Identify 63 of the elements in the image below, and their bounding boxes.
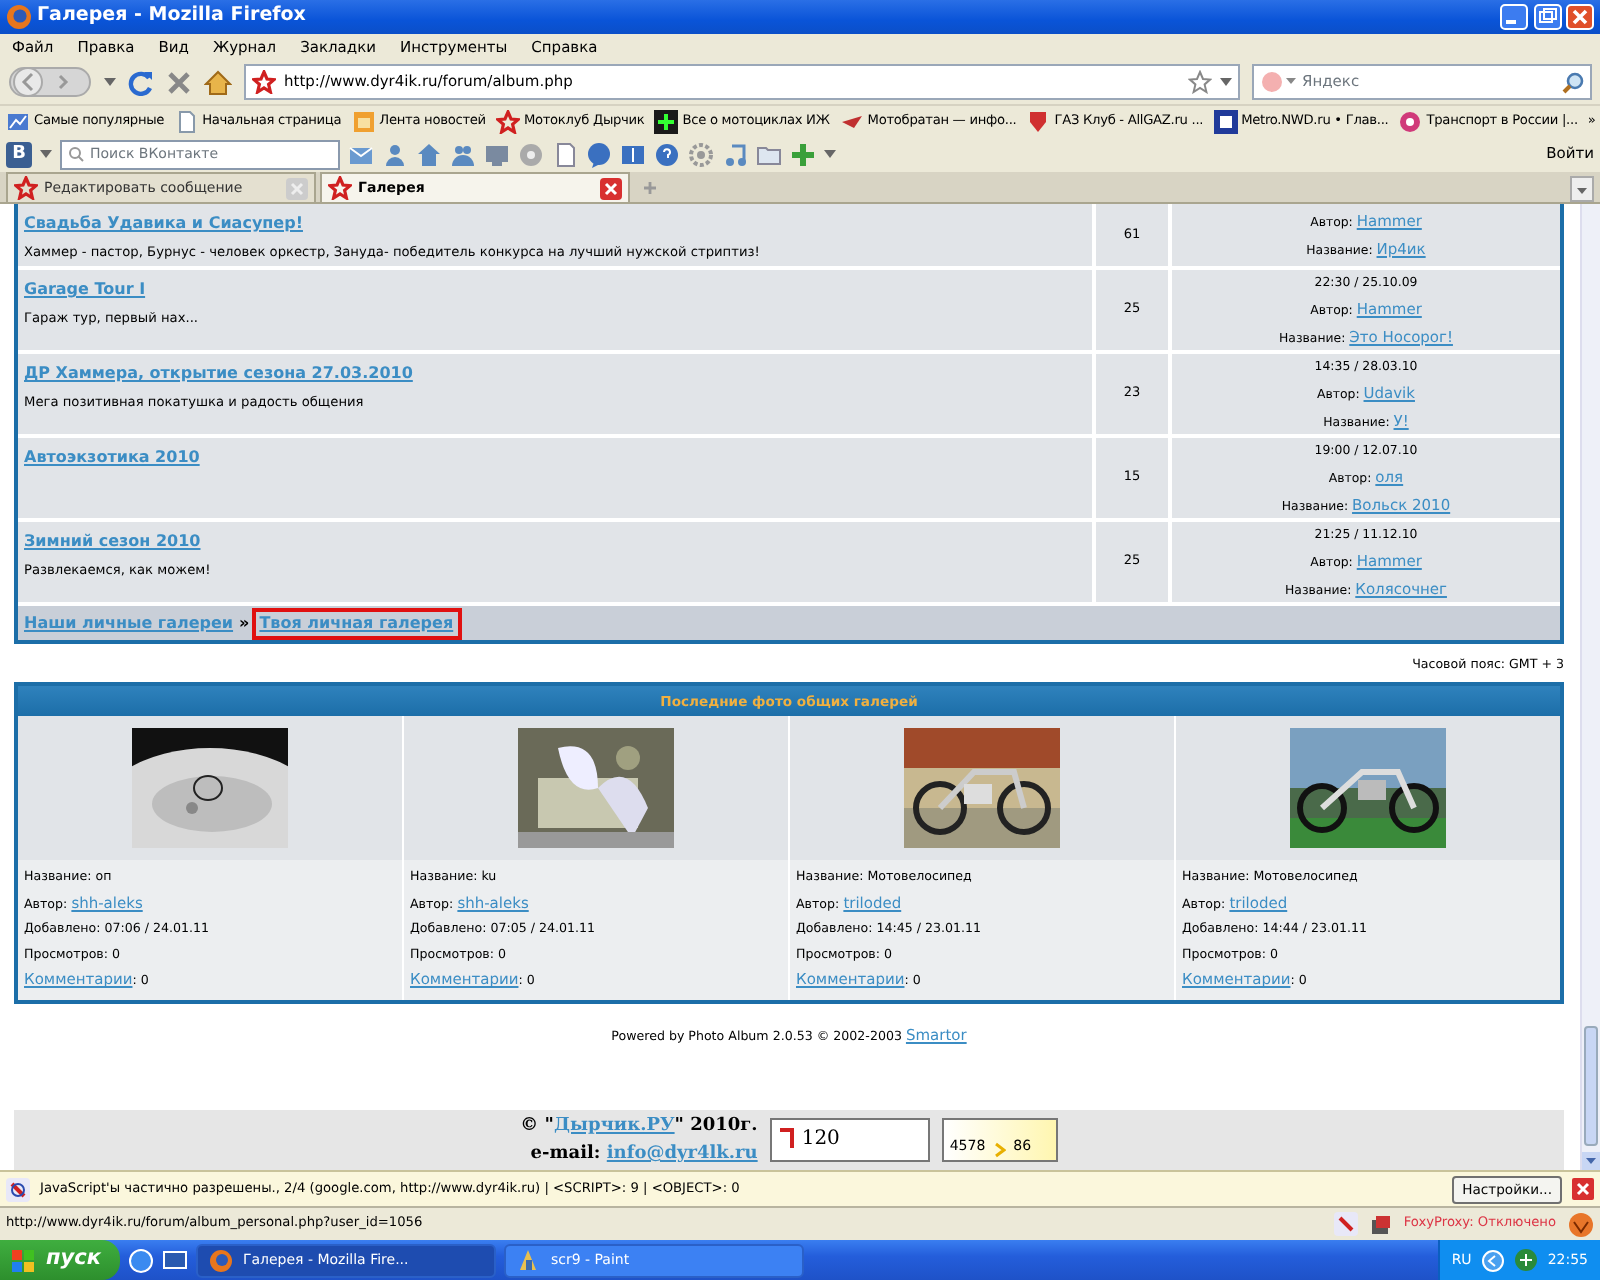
star-icon bbox=[14, 176, 38, 200]
logo-icon bbox=[777, 1128, 794, 1151]
search-icon bbox=[68, 146, 84, 162]
music-note-icon[interactable] bbox=[722, 141, 748, 167]
site-icon bbox=[252, 70, 276, 94]
minimize-icon[interactable] bbox=[1500, 4, 1528, 30]
close-icon[interactable] bbox=[600, 177, 622, 199]
window-icon[interactable] bbox=[1369, 1213, 1392, 1235]
caret-icon[interactable] bbox=[824, 150, 836, 158]
person-icon[interactable] bbox=[382, 141, 408, 167]
email-label: e-mail: bbox=[530, 1143, 601, 1164]
visitor-counter[interactable]: 120 bbox=[769, 1117, 930, 1162]
feed-icon bbox=[351, 109, 376, 133]
help-icon[interactable] bbox=[654, 141, 680, 167]
house-icon[interactable] bbox=[416, 141, 442, 167]
breadcrumb-link[interactable]: Наши личные галереи bbox=[24, 611, 234, 635]
copyright-text: © "Дырчик.РУ" 2010г. bbox=[520, 1113, 758, 1140]
close-icon[interactable] bbox=[1572, 1178, 1594, 1200]
tab-list-icon[interactable] bbox=[1570, 176, 1594, 202]
caret-icon[interactable] bbox=[104, 78, 116, 86]
people-icon[interactable] bbox=[450, 141, 476, 167]
scrollbar-thumb[interactable] bbox=[1584, 1026, 1598, 1146]
reload-icon[interactable] bbox=[128, 69, 154, 95]
gallery-title-link[interactable]: Зимний сезон 2010 bbox=[24, 530, 201, 554]
scrollbar[interactable] bbox=[1580, 204, 1600, 1170]
back-forward-icon[interactable] bbox=[8, 64, 92, 100]
square-icon bbox=[1213, 109, 1238, 133]
settings-icon[interactable] bbox=[688, 141, 714, 167]
monitor-icon[interactable] bbox=[484, 141, 510, 167]
scroll-down-icon[interactable] bbox=[1582, 1152, 1600, 1170]
search-engine-icon bbox=[1260, 70, 1296, 94]
email-link[interactable]: info@dyr4lk.ru bbox=[606, 1143, 758, 1164]
site-link[interactable]: Дырчик.РУ bbox=[554, 1115, 675, 1136]
caret-icon[interactable] bbox=[40, 150, 52, 158]
caret-icon[interactable] bbox=[1220, 78, 1232, 86]
search-icon[interactable] bbox=[1562, 71, 1584, 93]
windows-flag-icon bbox=[10, 1247, 38, 1273]
gallery-title-link[interactable]: Автоэкзотика 2010 bbox=[24, 446, 200, 470]
chart-icon bbox=[6, 109, 30, 133]
speech-bubble-icon[interactable] bbox=[586, 141, 612, 167]
gallery-title-link[interactable]: ДР Хаммера, открытие сезона 27.03.2010 bbox=[24, 362, 413, 386]
gallery-title-link[interactable]: Свадьба Удавика и Сиасупер! bbox=[24, 212, 303, 236]
logo[interactable]: В bbox=[6, 141, 32, 167]
folder-icon[interactable] bbox=[756, 141, 782, 167]
book-icon[interactable] bbox=[620, 141, 646, 167]
home-icon[interactable] bbox=[204, 69, 232, 95]
breadcrumb-link[interactable]: Твоя личная галерея bbox=[255, 611, 458, 635]
desktop-icon[interactable] bbox=[162, 1247, 189, 1273]
gallery-title-link[interactable]: Garage Tour I bbox=[24, 278, 146, 302]
star-icon bbox=[495, 109, 520, 133]
stop-icon[interactable] bbox=[166, 69, 192, 95]
page-icon bbox=[174, 109, 199, 133]
plus-icon[interactable] bbox=[790, 141, 816, 167]
document-icon[interactable] bbox=[552, 141, 578, 167]
breadcrumb-separator: » bbox=[239, 611, 250, 635]
window-title: Галерея - Mozilla Firefox bbox=[37, 2, 306, 31]
bookmark-star-icon[interactable] bbox=[1188, 70, 1212, 94]
star-icon bbox=[328, 176, 352, 200]
envelope-icon[interactable] bbox=[348, 141, 374, 167]
restore-icon[interactable] bbox=[1533, 4, 1561, 30]
close-icon[interactable] bbox=[1566, 4, 1594, 30]
start-button[interactable]: пуск bbox=[0, 1240, 121, 1280]
browser-icon[interactable] bbox=[128, 1247, 155, 1273]
